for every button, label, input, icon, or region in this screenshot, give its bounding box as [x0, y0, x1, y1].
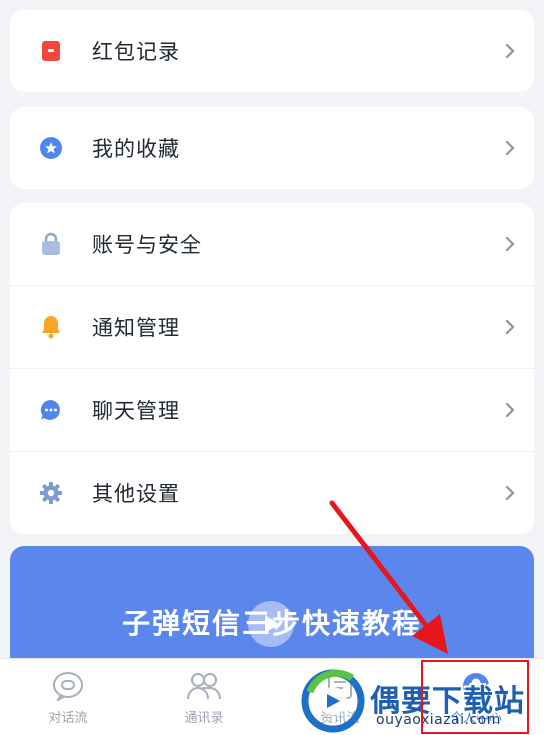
- chevron-right-icon: [505, 140, 515, 156]
- play-icon[interactable]: [248, 601, 294, 647]
- menu-item-label: 其他设置: [92, 482, 180, 506]
- menu-item-label: 账号与安全: [92, 233, 202, 257]
- red-envelope-card: 红包记录: [10, 10, 534, 92]
- bell-icon: [38, 314, 64, 340]
- contacts-icon: [186, 669, 222, 703]
- tab-chat-flow[interactable]: 对话流: [0, 659, 136, 735]
- highlight-box: [421, 660, 529, 734]
- menu-item-red-envelope-records[interactable]: 红包记录: [10, 10, 534, 92]
- tab-label: 通讯录: [184, 710, 224, 726]
- chat-bubble-icon: [38, 397, 64, 423]
- gear-icon: [38, 480, 64, 506]
- red-envelope-icon: [38, 38, 64, 64]
- chevron-right-icon: [505, 236, 515, 252]
- watermark-logo-icon: [301, 669, 365, 733]
- menu-item-label: 红包记录: [92, 40, 180, 64]
- tab-label: 对话流: [48, 710, 88, 726]
- favorites-card: 我的收藏: [10, 107, 534, 189]
- settings-card: 账号与安全 通知管理 聊天管理 其他设置: [10, 203, 534, 534]
- chevron-right-icon: [505, 319, 515, 335]
- star-favorite-icon: [38, 135, 64, 161]
- chat-flow-icon: [50, 669, 86, 703]
- menu-item-label: 聊天管理: [92, 399, 180, 423]
- chevron-right-icon: [505, 402, 515, 418]
- menu-item-other-settings[interactable]: 其他设置: [10, 451, 534, 534]
- menu-item-chat-management[interactable]: 聊天管理: [10, 368, 534, 451]
- menu-item-my-favorites[interactable]: 我的收藏: [10, 107, 534, 189]
- chevron-right-icon: [505, 485, 515, 501]
- chevron-right-icon: [505, 43, 515, 59]
- lock-icon: [38, 231, 64, 257]
- menu-item-notification-management[interactable]: 通知管理: [10, 285, 534, 368]
- menu-item-label: 我的收藏: [92, 137, 180, 161]
- menu-item-account-security[interactable]: 账号与安全: [10, 203, 534, 285]
- tab-contacts[interactable]: 通讯录: [136, 659, 272, 735]
- menu-item-label: 通知管理: [92, 316, 180, 340]
